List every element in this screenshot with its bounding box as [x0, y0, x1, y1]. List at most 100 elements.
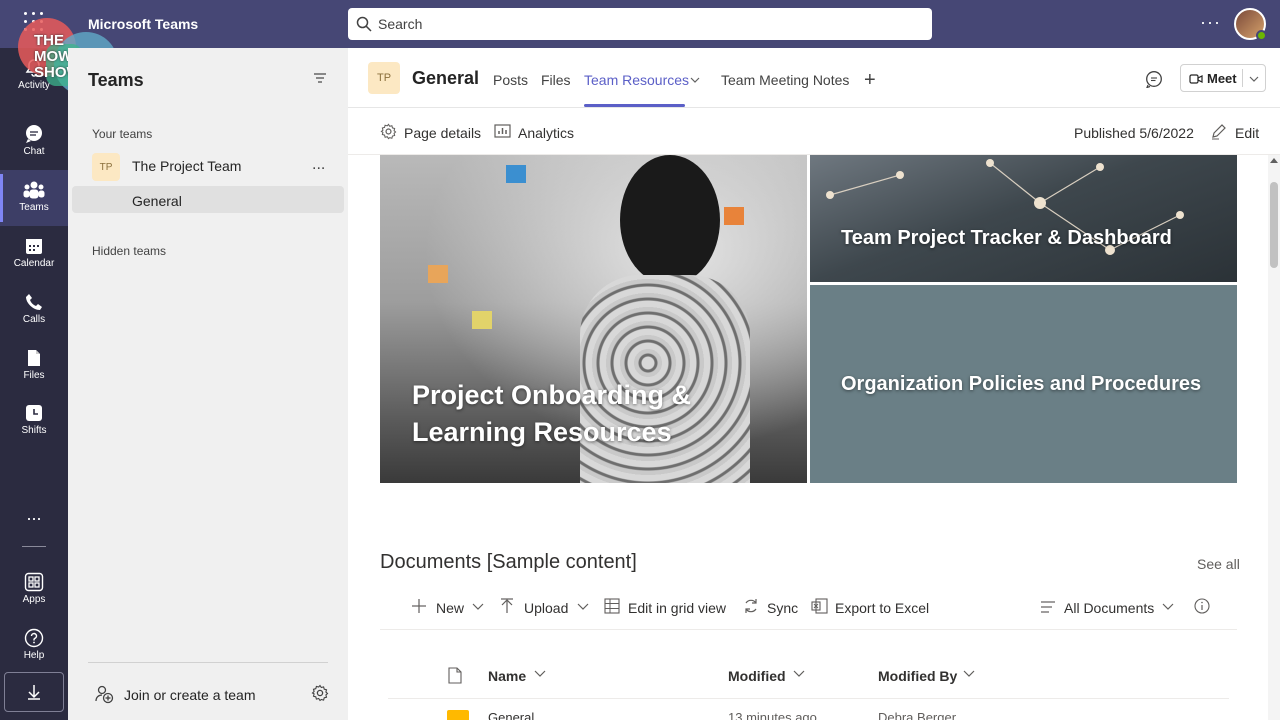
search-box[interactable] [348, 8, 932, 40]
sync-icon[interactable] [743, 598, 759, 614]
rail-item-files[interactable]: Files [0, 338, 68, 394]
rail-item-chat[interactable]: Chat [0, 114, 68, 170]
rail-item-shifts[interactable]: Shifts [0, 393, 68, 449]
rail-label: Shifts [21, 425, 47, 436]
divider [88, 662, 328, 663]
search-input[interactable] [378, 16, 898, 32]
teams-panel [68, 48, 348, 720]
divider [388, 698, 1229, 699]
tab-files[interactable]: Files [541, 72, 571, 88]
channel-title: General [412, 68, 480, 88]
download-button[interactable] [4, 672, 64, 712]
divider [380, 629, 1237, 630]
chevron-down-icon[interactable] [690, 76, 700, 84]
rail-label: Apps [22, 594, 46, 605]
rail-label: Files [23, 370, 45, 381]
hero-tile-onboarding[interactable]: Project Onboarding & Learning Resources [380, 155, 807, 483]
channel-team-avatar: TP [368, 62, 400, 94]
new-button[interactable]: New [436, 600, 464, 616]
video-camera-icon [1189, 74, 1203, 84]
file-icon [28, 350, 40, 366]
chevron-down-icon[interactable] [793, 670, 805, 678]
view-selector[interactable]: All Documents [1064, 600, 1154, 616]
help-icon [24, 628, 44, 648]
calendar-icon [26, 239, 42, 254]
meet-label: Meet [1207, 71, 1237, 86]
add-tab-icon[interactable]: + [864, 69, 876, 92]
shifts-icon [26, 405, 42, 421]
channel-name[interactable]: General [132, 193, 182, 209]
grid-icon[interactable] [604, 598, 620, 614]
export-excel-button[interactable]: Export to Excel [835, 600, 929, 616]
edit-grid-view-button[interactable]: Edit in grid view [628, 600, 726, 616]
scroll-up-icon[interactable] [1270, 157, 1278, 163]
scrollbar-thumb[interactable] [1270, 182, 1278, 268]
column-header-modified[interactable]: Modified [728, 668, 786, 684]
user-avatar[interactable] [1234, 8, 1267, 41]
channel-item-general[interactable] [72, 186, 344, 213]
documents-title: Documents [Sample content] [380, 551, 637, 573]
presence-available-icon [1256, 30, 1267, 41]
chat-bubble-icon[interactable] [1145, 70, 1163, 88]
info-icon[interactable] [1194, 598, 1210, 614]
excel-icon[interactable] [811, 598, 828, 614]
meet-button[interactable]: Meet [1180, 64, 1266, 92]
your-teams-heading: Your teams [92, 127, 153, 141]
view-options-icon[interactable] [1040, 600, 1056, 614]
hero-tile-policies[interactable]: Organization Policies and Procedures [810, 285, 1237, 483]
team-more-options-icon[interactable]: ... [312, 156, 325, 174]
published-status: Published 5/6/2022 [1074, 125, 1194, 141]
analytics-icon[interactable] [494, 123, 511, 140]
analytics-button[interactable]: Analytics [518, 125, 574, 141]
column-header-name[interactable]: Name [488, 668, 526, 684]
apps-icon [24, 572, 44, 592]
tab-posts[interactable]: Posts [493, 72, 528, 88]
rail-item-calls[interactable]: Calls [0, 282, 68, 338]
hero-tile-title: Project Onboarding & Learning Resources [412, 380, 692, 447]
team-name[interactable]: The Project Team [132, 158, 241, 174]
chevron-down-icon[interactable] [534, 670, 546, 678]
chevron-down-icon[interactable] [1162, 603, 1174, 611]
title-bar: Microsoft Teams ··· [0, 0, 1280, 48]
rail-item-help[interactable]: Help [0, 618, 68, 674]
gear-icon[interactable] [311, 684, 329, 702]
see-all-link[interactable]: See all [1197, 556, 1240, 572]
gear-icon[interactable] [380, 123, 397, 140]
tab-team-meeting-notes[interactable]: Team Meeting Notes [721, 72, 849, 88]
hero-tile-tracker[interactable]: Team Project Tracker & Dashboard [810, 155, 1237, 282]
app-rail: Activity Chat Teams Calendar Calls Files… [0, 48, 68, 720]
hero-tile-title: Organization Policies and Procedures [841, 373, 1202, 395]
page-details-button[interactable]: Page details [404, 125, 481, 141]
chevron-down-icon[interactable] [577, 603, 589, 611]
column-header-modified-by[interactable]: Modified By [878, 668, 957, 684]
rail-item-apps[interactable]: Apps [0, 562, 68, 618]
hidden-teams-heading[interactable]: Hidden teams [92, 244, 166, 258]
more-options-icon[interactable]: ··· [1200, 12, 1221, 33]
upload-button[interactable]: Upload [524, 600, 568, 616]
doc-modified-by-cell: Debra Berger [878, 710, 957, 720]
filter-icon[interactable] [312, 70, 328, 86]
tab-team-resources[interactable]: Team Resources [584, 72, 689, 88]
chevron-down-icon[interactable] [472, 603, 484, 611]
sync-button[interactable]: Sync [767, 600, 798, 616]
pencil-icon[interactable] [1210, 123, 1227, 140]
panel-title: Teams [88, 70, 144, 90]
hero-tile-title: Team Project Tracker & Dashboard [841, 227, 1172, 249]
more-apps-icon[interactable]: ... [0, 504, 68, 525]
edit-button[interactable]: Edit [1235, 125, 1259, 141]
file-type-icon[interactable] [448, 667, 462, 684]
chevron-down-icon[interactable] [1249, 75, 1259, 83]
phone-icon [26, 294, 42, 310]
rail-divider [22, 546, 46, 547]
join-team-icon[interactable] [94, 684, 114, 704]
network-pins-image [826, 159, 1184, 255]
plus-icon[interactable] [411, 598, 427, 614]
doc-name-cell[interactable]: General [488, 710, 534, 720]
teams-icon [23, 181, 45, 199]
rail-label: Calls [22, 314, 46, 325]
upload-icon[interactable] [500, 598, 514, 614]
join-create-team-link[interactable]: Join or create a team [124, 687, 256, 703]
rail-item-calendar[interactable]: Calendar [0, 226, 68, 282]
chevron-down-icon[interactable] [963, 670, 975, 678]
rail-item-teams[interactable]: Teams [0, 170, 68, 226]
